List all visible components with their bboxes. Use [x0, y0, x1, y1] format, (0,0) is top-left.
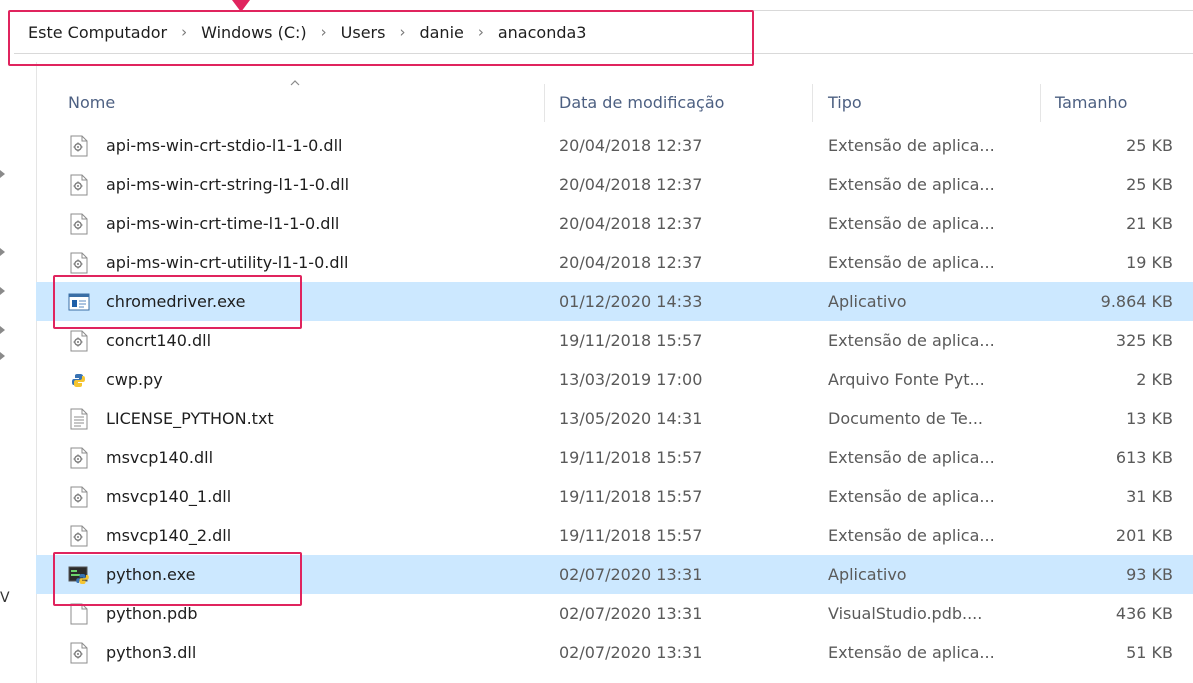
file-type: Aplicativo — [828, 565, 907, 584]
file-type: Arquivo Fonte Pyt... — [828, 370, 985, 389]
file-row[interactable]: cwp.py 13/03/2019 17:00 Arquivo Fonte Pyt.… — [36, 360, 1193, 399]
file-type: Extensão de aplica... — [828, 487, 995, 506]
nav-item-label-fragment: V — [0, 590, 10, 606]
file-name: msvcp140_1.dll — [106, 487, 232, 506]
column-header-name[interactable]: Nome — [68, 84, 115, 122]
file-date-modified: 20/04/2018 12:37 — [559, 175, 703, 194]
file-row[interactable]: api-ms-win-crt-stdio-l1-1-0.dll 20/04/201… — [36, 126, 1193, 165]
dll-icon — [70, 642, 88, 664]
python-exe-highlight-box — [53, 552, 302, 606]
file-date-modified: 02/07/2020 13:31 — [559, 643, 703, 662]
file-size: 19 KB — [1126, 253, 1173, 272]
file-date-modified: 02/07/2020 13:31 — [559, 604, 703, 623]
file-name: LICENSE_PYTHON.txt — [106, 409, 274, 428]
python-file-icon — [72, 373, 85, 387]
dll-icon — [70, 486, 88, 508]
file-row[interactable]: LICENSE_PYTHON.txt 13/05/2020 14:31 Docume… — [36, 399, 1193, 438]
column-header-type[interactable]: Tipo — [828, 84, 862, 122]
file-row[interactable]: msvcp140_1.dll 19/11/2018 15:57 Extensão d… — [36, 477, 1193, 516]
file-name: msvcp140.dll — [106, 448, 214, 467]
file-size: 613 KB — [1115, 448, 1173, 467]
file-date-modified: 01/12/2020 14:33 — [559, 292, 703, 311]
file-size: 436 KB — [1115, 604, 1173, 623]
file-name: api-ms-win-crt-stdio-l1-1-0.dll — [106, 136, 343, 155]
file-size: 325 KB — [1115, 331, 1173, 350]
file-size: 2 KB — [1136, 370, 1173, 389]
dll-icon — [70, 330, 88, 352]
file-date-modified: 02/07/2020 13:31 — [559, 565, 703, 584]
file-size: 25 KB — [1126, 175, 1173, 194]
file-date-modified: 20/04/2018 12:37 — [559, 136, 703, 155]
text-file-icon — [70, 408, 88, 430]
file-name: api-ms-win-crt-string-l1-1-0.dll — [106, 175, 350, 194]
file-name: cwp.py — [106, 370, 163, 389]
file-date-modified: 19/11/2018 15:57 — [559, 526, 703, 545]
file-name: python3.dll — [106, 643, 197, 662]
address-bar-highlight-box — [8, 10, 754, 66]
file-size: 13 KB — [1126, 409, 1173, 428]
annotation-arrow-icon — [232, 0, 250, 12]
file-type: Aplicativo — [828, 292, 907, 311]
file-type: VisualStudio.pdb.... — [828, 604, 983, 623]
chevron-right-icon[interactable] — [0, 326, 5, 334]
file-size: 51 KB — [1126, 643, 1173, 662]
file-row[interactable]: msvcp140.dll 19/11/2018 15:57 Extensão de … — [36, 438, 1193, 477]
dll-icon — [70, 135, 88, 157]
file-type: Extensão de aplica... — [828, 643, 995, 662]
chevron-right-icon[interactable] — [0, 352, 5, 360]
file-date-modified: 20/04/2018 12:37 — [559, 253, 703, 272]
file-type: Extensão de aplica... — [828, 214, 995, 233]
file-type: Extensão de aplica... — [828, 448, 995, 467]
column-divider[interactable] — [1040, 84, 1041, 122]
file-date-modified: 19/11/2018 15:57 — [559, 487, 703, 506]
blank-file-icon — [70, 603, 88, 625]
file-date-modified: 20/04/2018 12:37 — [559, 214, 703, 233]
dll-icon — [70, 252, 88, 274]
dll-icon — [70, 213, 88, 235]
file-type: Extensão de aplica... — [828, 175, 995, 194]
file-size: 93 KB — [1126, 565, 1173, 584]
column-divider[interactable] — [544, 84, 545, 122]
file-size: 201 KB — [1115, 526, 1173, 545]
file-row[interactable]: python3.dll 02/07/2020 13:31 Extensão de a… — [36, 633, 1193, 672]
column-header-date[interactable]: Data de modificação — [559, 84, 724, 122]
file-type: Extensão de aplica... — [828, 526, 995, 545]
file-type: Extensão de aplica... — [828, 253, 995, 272]
file-size: 25 KB — [1126, 136, 1173, 155]
file-type: Extensão de aplica... — [828, 331, 995, 350]
file-type: Extensão de aplica... — [828, 136, 995, 155]
chevron-right-icon[interactable] — [0, 287, 5, 295]
file-date-modified: 19/11/2018 15:57 — [559, 448, 703, 467]
file-size: 21 KB — [1126, 214, 1173, 233]
file-name: msvcp140_2.dll — [106, 526, 232, 545]
column-header-size[interactable]: Tamanho — [1055, 84, 1127, 122]
file-type: Documento de Te... — [828, 409, 984, 428]
dll-icon — [70, 447, 88, 469]
file-date-modified: 13/03/2019 17:00 — [559, 370, 703, 389]
file-row[interactable]: msvcp140_2.dll 19/11/2018 15:57 Extensão d… — [36, 516, 1193, 555]
dll-icon — [70, 174, 88, 196]
chromedriver-highlight-box — [53, 275, 302, 329]
file-row[interactable]: api-ms-win-crt-time-l1-1-0.dll 20/04/2018… — [36, 204, 1193, 243]
chevron-right-icon[interactable] — [0, 170, 5, 178]
dll-icon — [70, 525, 88, 547]
file-size: 31 KB — [1126, 487, 1173, 506]
file-name: api-ms-win-crt-time-l1-1-0.dll — [106, 214, 340, 233]
file-date-modified: 19/11/2018 15:57 — [559, 331, 703, 350]
file-row[interactable]: api-ms-win-crt-string-l1-1-0.dll 20/04/20… — [36, 165, 1193, 204]
navigation-pane[interactable]: V — [0, 62, 36, 683]
column-header-row: Nome Data de modificação Tipo Tamanho — [36, 84, 1193, 122]
file-date-modified: 13/05/2020 14:31 — [559, 409, 703, 428]
file-size: 9.864 KB — [1100, 292, 1173, 311]
chevron-right-icon[interactable] — [0, 248, 5, 256]
column-divider[interactable] — [812, 84, 813, 122]
